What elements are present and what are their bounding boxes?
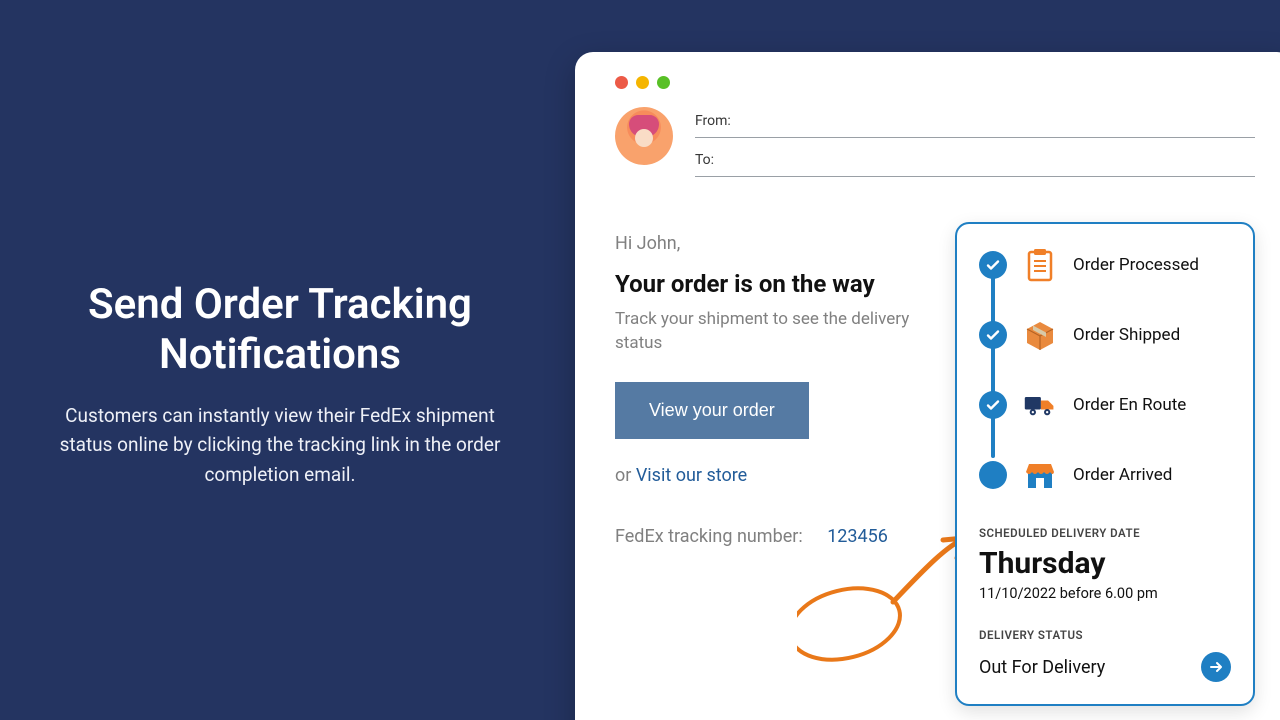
view-order-button[interactable]: View your order [615,382,809,439]
storefront-icon [1023,458,1057,492]
hero-title: Send Order Tracking Notifications [50,280,510,381]
email-headline: Your order is on the way [615,270,955,298]
window-controls [615,76,1255,89]
hero: Send Order Tracking Notifications Custom… [50,280,510,489]
window-zoom-icon[interactable] [657,76,670,89]
progress-line [991,262,995,458]
tracking-steps: Order Processed Order Shipped [979,248,1231,492]
email-fields: From: To: [695,107,1255,177]
to-field[interactable]: To: [695,146,1255,177]
step-label: Order Processed [1073,255,1199,275]
step-arrived: Order Arrived [979,458,1231,492]
email-subtext: Track your shipment to see the delivery … [615,308,955,356]
step-processed: Order Processed [979,248,1231,282]
step-node-check-icon [979,321,1007,349]
arrow-right-icon [1208,659,1224,675]
scheduled-day: Thursday [979,546,1231,581]
status-label: DELIVERY STATUS [979,628,1231,642]
from-field[interactable]: From: [695,107,1255,138]
truck-icon [1023,388,1057,422]
visit-store-link[interactable]: Visit our store [636,465,747,486]
or-text: or [615,465,636,486]
package-icon [1023,318,1057,352]
email-body: Hi John, Your order is on the way Track … [615,233,955,547]
clipboard-icon [1023,248,1057,282]
scheduled-delivery: SCHEDULED DELIVERY DATE Thursday 11/10/2… [979,526,1231,602]
callout-arrow-icon [797,532,977,662]
status-text: Out For Delivery [979,657,1105,678]
step-enroute: Order En Route [979,388,1231,422]
window-close-icon[interactable] [615,76,628,89]
step-label: Order En Route [1073,395,1186,415]
status-details-button[interactable] [1201,652,1231,682]
avatar [615,107,673,165]
email-header: From: To: [615,107,1255,177]
window-minimize-icon[interactable] [636,76,649,89]
delivery-status: DELIVERY STATUS Out For Delivery [979,628,1231,682]
step-label: Order Arrived [1073,465,1172,485]
tracking-card: Order Processed Order Shipped [955,222,1255,706]
scheduled-time: 11/10/2022 before 6.00 pm [979,585,1231,602]
step-node-pending-icon [979,461,1007,489]
step-node-check-icon [979,391,1007,419]
step-shipped: Order Shipped [979,318,1231,352]
greeting: Hi John, [615,233,955,254]
hero-subtitle: Customers can instantly view their FedEx… [50,401,510,489]
secondary-links: or Visit our store [615,465,955,486]
tracking-row: FedEx tracking number: 123456 [615,526,955,547]
scheduled-label: SCHEDULED DELIVERY DATE [979,526,1231,540]
step-label: Order Shipped [1073,325,1180,345]
tracking-label: FedEx tracking number: [615,526,803,547]
tracking-number[interactable]: 123456 [827,526,888,547]
step-node-check-icon [979,251,1007,279]
